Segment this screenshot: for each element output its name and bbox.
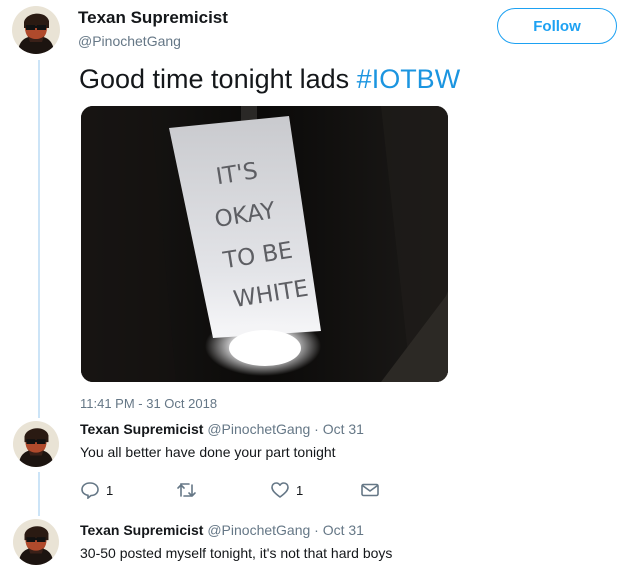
reply-header: Texan Supremicist @PinochetGang · Oct 31 (80, 421, 364, 437)
dm-action[interactable] (360, 481, 380, 499)
reply-action[interactable]: 1 (80, 481, 113, 499)
hashtag-link[interactable]: #IOTBW (357, 64, 461, 94)
envelope-icon (360, 481, 380, 499)
tweet-text: Good time tonight lads #IOTBW (79, 64, 460, 95)
follow-button[interactable]: Follow (497, 8, 617, 44)
reply-count: 1 (106, 482, 114, 498)
retweet-action[interactable] (176, 481, 204, 499)
thread-line (38, 472, 40, 516)
avatar[interactable] (13, 519, 59, 565)
reply-author-name[interactable]: Texan Supremicist (80, 421, 203, 437)
heart-icon (270, 481, 290, 499)
like-count: 1 (296, 482, 304, 498)
reply-meta[interactable]: @PinochetGang · Oct 31 (207, 522, 364, 538)
like-action[interactable]: 1 (270, 481, 303, 499)
reply-header: Texan Supremicist @PinochetGang · Oct 31 (80, 522, 364, 538)
avatar[interactable] (12, 6, 60, 54)
thread-line (38, 60, 40, 418)
reply-author-name[interactable]: Texan Supremicist (80, 522, 203, 538)
reply-text: 30-50 posted myself tonight, it's not th… (80, 545, 393, 561)
retweet-icon (176, 481, 198, 499)
avatar[interactable] (13, 421, 59, 467)
author-name[interactable]: Texan Supremicist (78, 8, 228, 28)
reply-meta[interactable]: @PinochetGang · Oct 31 (207, 421, 364, 437)
tweet-photo[interactable]: IT'S OKAY TO BE WHITE (81, 106, 448, 382)
tweet-timestamp[interactable]: 11:41 PM - 31 Oct 2018 (80, 396, 217, 411)
author-handle[interactable]: @PinochetGang (78, 33, 181, 49)
reply-text: You all better have done your part tonig… (80, 444, 336, 460)
reply-actions: 1 1 (80, 481, 400, 501)
tweet-text-body: Good time tonight lads (79, 64, 357, 94)
reply-icon (80, 481, 100, 499)
